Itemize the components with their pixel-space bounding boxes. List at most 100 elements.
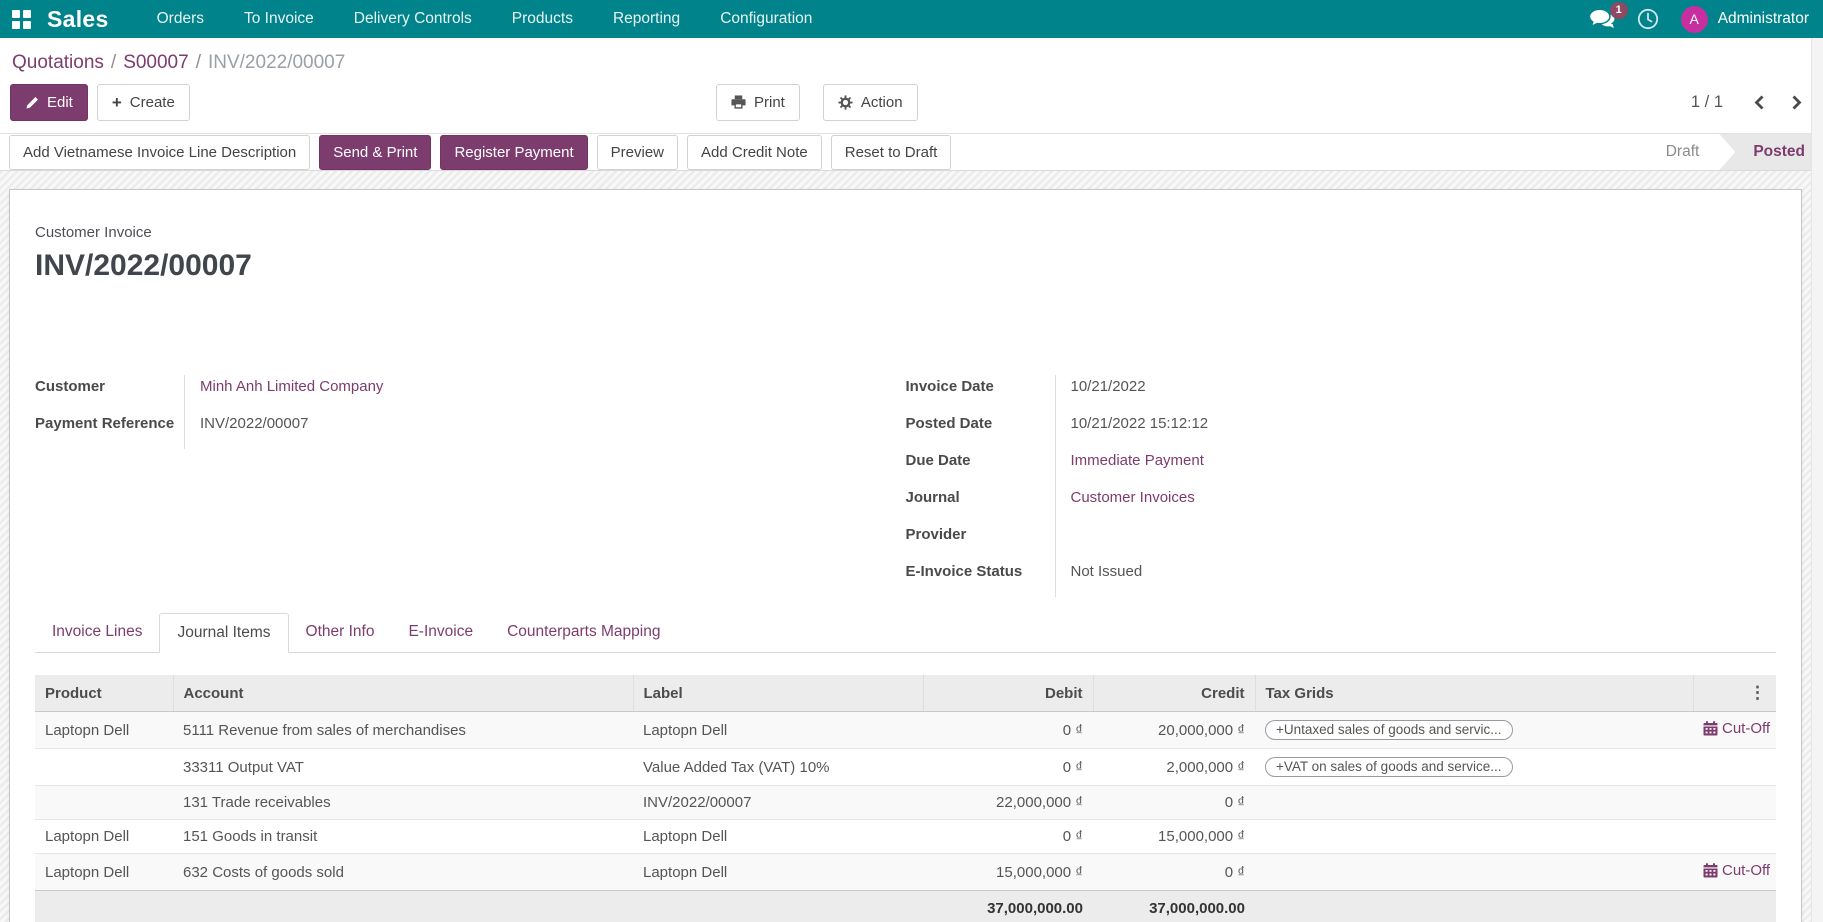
pager-next-button[interactable]: [1790, 94, 1803, 111]
reset-to-draft-button[interactable]: Reset to Draft: [831, 135, 952, 170]
cutoff-button[interactable]: Cut-Off: [1703, 862, 1770, 879]
print-action-buttons: Print: [716, 84, 918, 121]
field-journal-label: Journal: [906, 486, 1056, 523]
cell-credit: 0 ₫: [1093, 854, 1255, 891]
apps-grid-icon[interactable]: [12, 10, 31, 29]
menu-item-configuration[interactable]: Configuration: [700, 0, 832, 38]
cell-account: 131 Trade receivables: [173, 786, 633, 820]
app-brand-sales[interactable]: Sales: [47, 6, 109, 33]
field-e-invoice-status: E-Invoice Status Not Issued: [906, 560, 1777, 597]
cell-tax-grids: [1255, 820, 1693, 854]
breadcrumb-quotations[interactable]: Quotations: [12, 52, 104, 73]
state-draft[interactable]: Draft: [1646, 134, 1720, 170]
column-header-label[interactable]: Label: [633, 675, 923, 712]
print-button[interactable]: Print: [716, 84, 800, 121]
invoice-fields: Customer Minh Anh Limited Company Paymen…: [35, 375, 1776, 597]
cell-debit: 22,000,000 ₫: [923, 786, 1093, 820]
field-provider-label: Provider: [906, 523, 1056, 560]
scrollbar-track[interactable]: [1811, 38, 1823, 922]
add-credit-note-button[interactable]: Add Credit Note: [687, 135, 822, 170]
journal-item-row[interactable]: Laptopn Dell 5111 Revenue from sales of …: [35, 712, 1776, 749]
cell-credit: 20,000,000 ₫: [1093, 712, 1255, 749]
field-e-invoice-status-value: Not Issued: [1056, 560, 1143, 597]
cell-label: Laptopn Dell: [633, 854, 923, 891]
state-posted[interactable]: Posted: [1719, 134, 1823, 170]
tab-invoice-lines[interactable]: Invoice Lines: [35, 613, 159, 653]
field-customer: Customer Minh Anh Limited Company: [35, 375, 871, 412]
field-due-date-label: Due Date: [906, 449, 1056, 486]
breadcrumb-separator: /: [104, 52, 123, 73]
register-payment-button[interactable]: Register Payment: [440, 135, 587, 170]
column-header-debit[interactable]: Debit: [923, 675, 1093, 712]
cell-label: Laptopn Dell: [633, 820, 923, 854]
totals-empty: [35, 891, 173, 922]
clock-glyph: [1637, 8, 1659, 30]
cell-product: Laptopn Dell: [35, 854, 173, 891]
cell-debit: 15,000,000 ₫: [923, 854, 1093, 891]
tax-grid-tag: +VAT on sales of goods and service...: [1265, 757, 1513, 777]
invoice-type-label: Customer Invoice: [35, 224, 1776, 241]
cell-tax-grids: +VAT on sales of goods and service...: [1255, 749, 1693, 786]
control-panel: Quotations/S00007/INV/2022/00007 Edit + …: [0, 38, 1823, 133]
notebook-tabs: Invoice Lines Journal Items Other Info E…: [35, 613, 1776, 653]
user-name: Administrator: [1718, 10, 1809, 28]
journal-item-row[interactable]: Laptopn Dell 151 Goods in transit Laptop…: [35, 820, 1776, 854]
totals-empty: [1255, 891, 1693, 922]
field-due-date-value[interactable]: Immediate Payment: [1056, 449, 1204, 486]
journal-item-row[interactable]: Laptopn Dell 632 Costs of goods sold Lap…: [35, 854, 1776, 891]
record-buttons: Edit + Create: [10, 84, 190, 121]
column-header-credit[interactable]: Credit: [1093, 675, 1255, 712]
messages-icon[interactable]: 1: [1590, 10, 1615, 29]
column-header-tax-grids[interactable]: Tax Grids: [1255, 675, 1693, 712]
field-invoice-date-label: Invoice Date: [906, 375, 1056, 412]
column-header-account[interactable]: Account: [173, 675, 633, 712]
field-journal-value[interactable]: Customer Invoices: [1056, 486, 1195, 523]
tab-e-invoice[interactable]: E-Invoice: [391, 613, 490, 653]
pager-counter[interactable]: 1 / 1: [1691, 93, 1723, 112]
action-button[interactable]: Action: [823, 84, 918, 121]
breadcrumb: Quotations/S00007/INV/2022/00007: [0, 50, 1823, 84]
menu-item-reporting[interactable]: Reporting: [593, 0, 700, 38]
pager-nav: [1753, 94, 1803, 111]
menu-item-delivery-controls[interactable]: Delivery Controls: [334, 0, 492, 38]
cutoff-button[interactable]: Cut-Off: [1703, 720, 1770, 737]
invoice-sheet: Customer Invoice INV/2022/00007 Customer…: [9, 189, 1802, 922]
cell-credit: 0 ₫: [1093, 786, 1255, 820]
cell-account: 33311 Output VAT: [173, 749, 633, 786]
tab-other-info[interactable]: Other Info: [289, 613, 392, 653]
activities-clock-icon[interactable]: [1637, 8, 1659, 30]
preview-button[interactable]: Preview: [597, 135, 678, 170]
menu-item-products[interactable]: Products: [492, 0, 593, 38]
plus-icon: +: [112, 96, 122, 110]
tab-journal-items[interactable]: Journal Items: [159, 613, 288, 653]
journal-item-row[interactable]: 33311 Output VAT Value Added Tax (VAT) 1…: [35, 749, 1776, 786]
cell-account: 5111 Revenue from sales of merchandises: [173, 712, 633, 749]
pager-previous-button[interactable]: [1753, 94, 1766, 111]
pencil-icon: [25, 96, 39, 110]
add-vietnamese-invoice-line-description-button[interactable]: Add Vietnamese Invoice Line Description: [9, 135, 310, 170]
chevron-left-icon: [1753, 94, 1766, 111]
create-button[interactable]: + Create: [97, 84, 190, 121]
menu-item-to-invoice[interactable]: To Invoice: [224, 0, 334, 38]
field-due-date: Due Date Immediate Payment: [906, 449, 1777, 486]
journal-item-row[interactable]: 131 Trade receivables INV/2022/00007 22,…: [35, 786, 1776, 820]
cell-label: Laptopn Dell: [633, 712, 923, 749]
breadcrumb-s00007[interactable]: S00007: [123, 52, 189, 73]
field-customer-value[interactable]: Minh Anh Limited Company: [185, 375, 383, 412]
gear-icon: [838, 95, 853, 110]
edit-button[interactable]: Edit: [10, 84, 88, 121]
field-payment-reference-label: Payment Reference: [35, 412, 185, 449]
print-button-label: Print: [754, 95, 785, 110]
apps-grid-square: [12, 10, 20, 18]
menu-item-orders[interactable]: Orders: [137, 0, 224, 38]
cell-tax-grids: [1255, 786, 1693, 820]
cell-product: Laptopn Dell: [35, 820, 173, 854]
user-menu[interactable]: A Administrator: [1681, 6, 1809, 33]
tab-counterparts-mapping[interactable]: Counterparts Mapping: [490, 613, 677, 653]
cell-cutoff: [1693, 786, 1776, 820]
cell-account: 632 Costs of goods sold: [173, 854, 633, 891]
send-and-print-button[interactable]: Send & Print: [319, 135, 431, 170]
table-header-row: Product Account Label Debit Credit Tax G…: [35, 675, 1776, 712]
column-header-product[interactable]: Product: [35, 675, 173, 712]
column-options-kebab-icon[interactable]: ⋮: [1749, 683, 1766, 702]
